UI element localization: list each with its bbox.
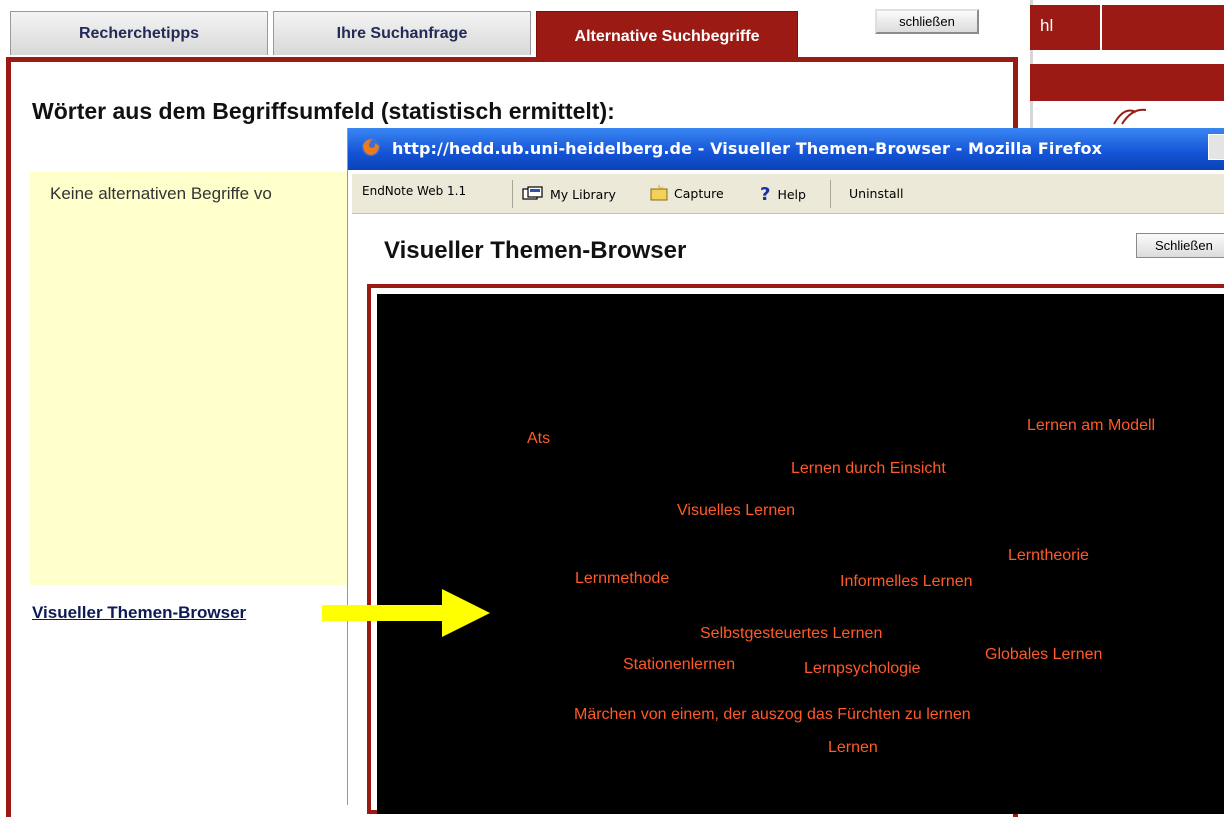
background-window-separator (1100, 5, 1102, 50)
close-popup-button[interactable]: Schließen (1136, 233, 1224, 258)
window-control-button[interactable] (1208, 134, 1224, 160)
background-window-header (1030, 5, 1224, 50)
visual-topic-browser-link[interactable]: Visueller Themen-Browser (32, 603, 246, 623)
help-button[interactable]: ? Help (760, 184, 806, 205)
tab-alternative-suchbegriffe[interactable]: Alternative Suchbegriffe (536, 11, 798, 61)
my-library-label: My Library (550, 186, 616, 202)
toolbar-separator (512, 180, 513, 208)
capture-button[interactable]: Capture (649, 184, 724, 202)
topic-term[interactable]: Lernen am Modell (1027, 417, 1155, 435)
topic-term[interactable]: Lernen (828, 739, 878, 757)
topic-term[interactable]: Lernpsychologie (804, 660, 921, 678)
topic-term[interactable]: Globales Lernen (985, 646, 1102, 664)
page-title: Visueller Themen-Browser (384, 237, 687, 264)
topic-term[interactable]: Selbstgesteuertes Lernen (700, 625, 882, 643)
close-button[interactable]: schließen (875, 9, 979, 34)
capture-label: Capture (674, 185, 724, 201)
endnote-label: EndNote Web 1.1 (362, 184, 467, 198)
background-window-band (1030, 64, 1224, 101)
background-window-header-text: hl (1040, 16, 1054, 35)
firefox-icon (362, 138, 380, 156)
topic-browser-canvas (377, 294, 1224, 814)
my-library-button[interactable]: My Library (522, 186, 616, 202)
logo-icon (1113, 108, 1147, 125)
related-words-heading: Wörter aus dem Begriffsumfeld (statistis… (32, 98, 615, 124)
topic-term[interactable]: Lernmethode (575, 570, 669, 588)
topic-term[interactable]: Ats (527, 430, 550, 448)
no-alternatives-text: Keine alternativen Begriffe vo (50, 184, 272, 203)
topic-term[interactable]: Märchen von einem, der auszog das Fürcht… (574, 706, 971, 724)
tab-recherchetipps[interactable]: Recherchetipps (10, 11, 268, 55)
tab-ihre-suchanfrage[interactable]: Ihre Suchanfrage (273, 11, 531, 55)
toolbar-separator (830, 180, 831, 208)
library-icon (522, 186, 543, 200)
help-icon: ? (760, 184, 771, 205)
topic-term[interactable]: Lernen durch Einsicht (791, 460, 946, 478)
topic-term[interactable]: Visuelles Lernen (677, 502, 795, 520)
topic-term[interactable]: Stationenlernen (623, 656, 735, 674)
help-label: Help (777, 187, 806, 202)
pointer-arrow-icon (322, 589, 490, 637)
firefox-title: http://hedd.ub.uni-heidelberg.de - Visue… (392, 139, 1103, 158)
alternatives-box (30, 172, 360, 585)
capture-icon (650, 184, 668, 201)
topic-term[interactable]: Informelles Lernen (840, 573, 973, 591)
topic-term[interactable]: Lerntheorie (1008, 547, 1089, 565)
uninstall-button[interactable]: Uninstall (849, 186, 904, 201)
